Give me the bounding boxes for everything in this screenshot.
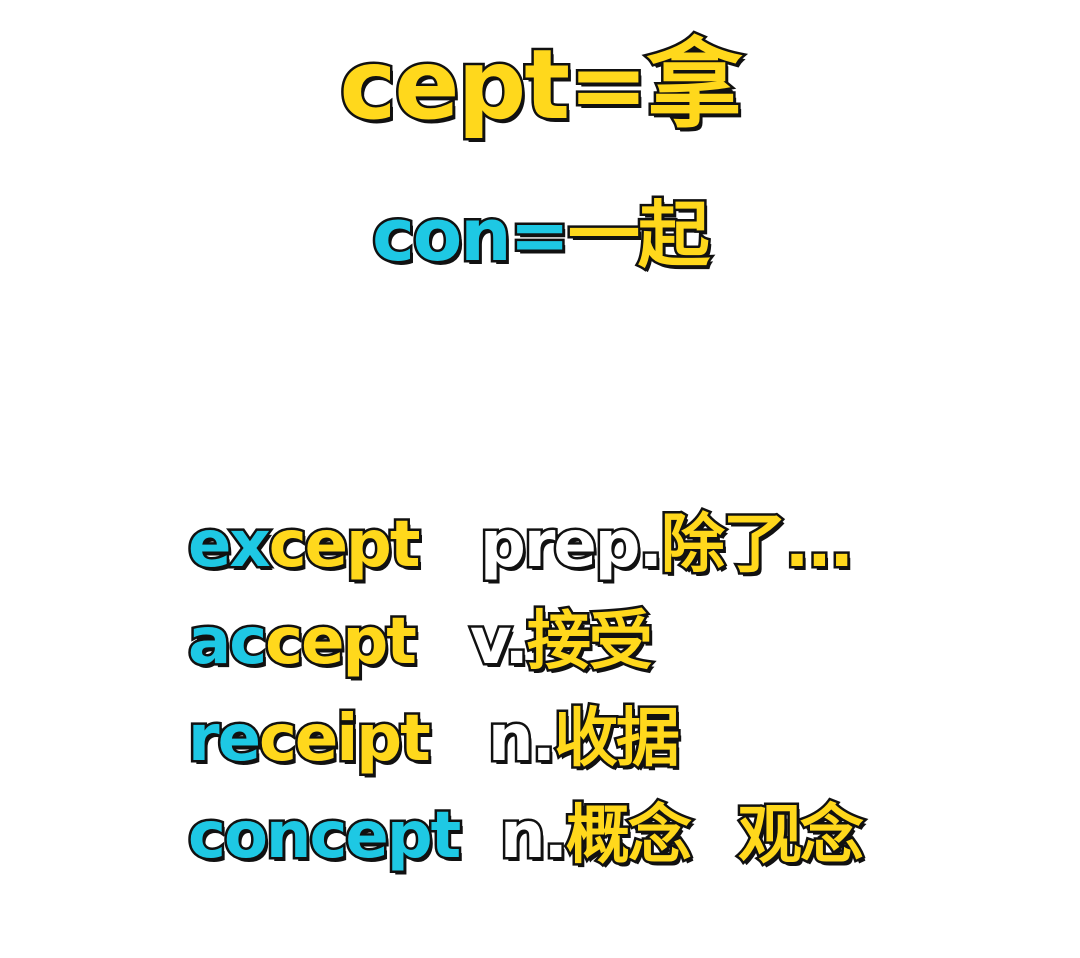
part-of-speech: n. (486, 700, 559, 779)
word-meaning: 收据 (551, 700, 682, 779)
word-prefix: ac (185, 603, 269, 682)
vocab-word: concept (185, 791, 463, 881)
subtitle-meaning: 一起 (565, 191, 712, 280)
part-of-speech: v. (468, 603, 532, 682)
word-meaning: 接受 (524, 603, 655, 682)
word-meaning: 概念 (563, 797, 694, 876)
page-title: cept=拿 (0, 28, 1080, 143)
word-meaning-alt: 观念 (735, 797, 866, 876)
title-meaning: 拿 (644, 28, 745, 143)
title-root: cept= (337, 28, 651, 143)
vocab-gloss: v.接受 (468, 597, 656, 687)
vocab-word: accept (185, 597, 420, 687)
vocab-gloss: prep.除了... (478, 500, 857, 590)
subtitle-prefix: con= (370, 191, 573, 280)
word-meaning: 除了... (658, 506, 856, 585)
vocab-word: receipt (186, 694, 434, 784)
part-of-speech: prep. (478, 506, 666, 585)
word-root: cept (266, 506, 423, 585)
vocab-word: except (186, 500, 423, 590)
vocab-gloss: n.概念 观念 (498, 791, 867, 881)
word-root: ceipt (256, 700, 433, 779)
page-subtitle: con=一起 (0, 190, 1080, 280)
vocab-gloss: n.收据 (486, 694, 683, 784)
part-of-speech: n. (498, 797, 571, 876)
word-root: cept (263, 603, 420, 682)
word-prefix: re (186, 700, 264, 779)
word-prefix: ex (186, 506, 274, 585)
word-prefix: concept (185, 797, 463, 876)
